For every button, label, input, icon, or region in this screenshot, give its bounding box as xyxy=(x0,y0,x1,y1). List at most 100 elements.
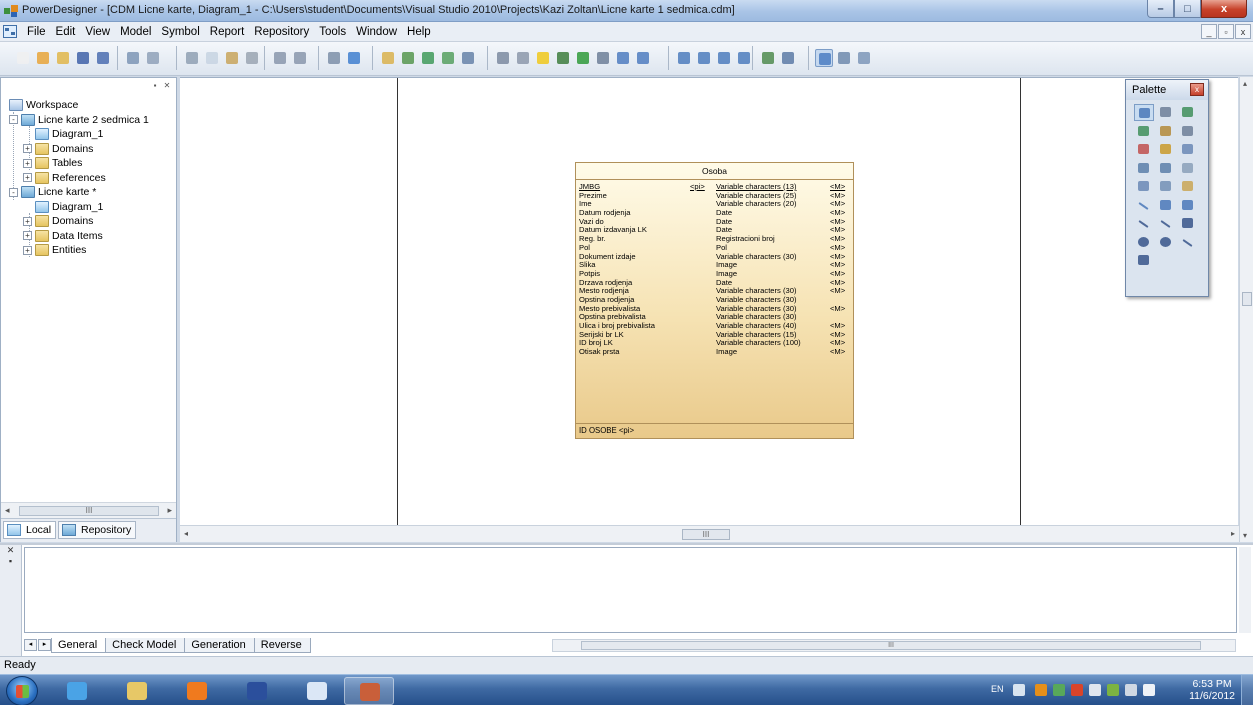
scroll-right-icon[interactable]: ▸ xyxy=(1231,529,1235,538)
scroll-right-icon[interactable]: ▸ xyxy=(167,505,172,516)
grabber-tool-icon[interactable] xyxy=(1156,104,1176,121)
update-icon[interactable] xyxy=(1107,684,1119,696)
align-right-icon[interactable] xyxy=(715,49,733,67)
mdi-restore-button[interactable]: ▫ xyxy=(1218,24,1234,39)
tab-scroll-left-icon[interactable]: ◂ xyxy=(24,639,37,651)
polyline-tool-icon[interactable] xyxy=(1178,234,1198,251)
rounded-rect-tool-icon[interactable] xyxy=(1156,197,1176,214)
check-model-icon[interactable] xyxy=(419,49,437,67)
tab-repository[interactable]: Repository xyxy=(58,521,137,539)
menu-tools[interactable]: Tools xyxy=(314,25,351,39)
scroll-down-icon[interactable]: ▾ xyxy=(1243,531,1247,540)
maximize-button[interactable]: □ xyxy=(1174,0,1201,18)
report-icon[interactable] xyxy=(459,49,477,67)
browser-close-icon[interactable]: ✕ xyxy=(162,80,172,90)
expand-icon[interactable]: + xyxy=(23,173,32,183)
arc-tool-icon[interactable] xyxy=(1156,215,1176,232)
action-center-icon[interactable] xyxy=(1089,684,1101,696)
scroll-up-icon[interactable]: ▴ xyxy=(1243,79,1247,88)
menu-help[interactable]: Help xyxy=(402,25,436,39)
palette-window[interactable]: Palette x xyxy=(1125,79,1209,297)
save-all-icon[interactable] xyxy=(94,49,112,67)
acrobat-icon[interactable] xyxy=(1071,684,1083,696)
relationship-tool-icon[interactable] xyxy=(1134,160,1154,177)
tab-check-model[interactable]: Check Model xyxy=(105,637,186,653)
menu-edit[interactable]: Edit xyxy=(51,25,81,39)
expand-icon[interactable]: + xyxy=(23,216,32,226)
tab-general[interactable]: General xyxy=(51,637,107,653)
move-back-icon[interactable] xyxy=(614,49,632,67)
tab-reverse[interactable]: Reverse xyxy=(253,637,311,653)
scroll-thumb[interactable] xyxy=(1242,292,1252,306)
note-tool-icon[interactable] xyxy=(1178,178,1198,195)
menu-report[interactable]: Report xyxy=(205,25,250,39)
document-icon[interactable] xyxy=(3,25,17,38)
expand-icon[interactable]: + xyxy=(23,158,32,168)
zoom-in-tool-icon[interactable] xyxy=(1178,104,1198,121)
collapse-icon[interactable]: - xyxy=(9,187,18,197)
file-tool-icon[interactable] xyxy=(1156,178,1176,195)
properties-tool-icon[interactable] xyxy=(1178,123,1198,140)
entity-symbol[interactable]: Osoba JMBG <pi> Variable characters (13) <M… xyxy=(575,162,854,439)
result-list-icon[interactable] xyxy=(835,49,853,67)
output-close-icon[interactable]: ✕ xyxy=(0,545,21,556)
file-explorer-icon[interactable] xyxy=(112,677,162,705)
print-icon[interactable] xyxy=(144,49,162,67)
menu-file[interactable]: File xyxy=(22,25,51,39)
cut-tool-icon[interactable] xyxy=(1134,141,1154,158)
tree-node-folder[interactable]: + Entities xyxy=(9,243,149,258)
network-icon[interactable] xyxy=(1053,684,1065,696)
zoom-out-tool-icon[interactable] xyxy=(1134,123,1154,140)
save-icon[interactable] xyxy=(74,49,92,67)
volume-icon[interactable] xyxy=(1143,684,1155,696)
round-rectangle-tool-icon[interactable] xyxy=(1156,234,1176,251)
tree-node-diagram[interactable]: Diagram_1 xyxy=(9,127,149,142)
save-app-icon[interactable] xyxy=(232,677,282,705)
output-vertical-scrollbar[interactable] xyxy=(1239,547,1251,633)
redo-icon[interactable] xyxy=(291,49,309,67)
ellipse-tool-icon[interactable] xyxy=(1134,234,1154,251)
output-text-area[interactable] xyxy=(24,547,1237,633)
scroll-left-icon[interactable]: ◂ xyxy=(5,505,10,516)
polygon-tool-icon[interactable] xyxy=(1134,252,1154,269)
bring-to-front-icon[interactable] xyxy=(594,49,612,67)
expand-icon[interactable]: + xyxy=(23,231,32,241)
rectangle-tool-icon[interactable] xyxy=(1178,215,1198,232)
clock[interactable]: 6:53 PM 11/6/2012 xyxy=(1189,678,1235,702)
media-player-icon[interactable] xyxy=(172,677,222,705)
font-color-icon[interactable] xyxy=(574,49,592,67)
browser-horizontal-scrollbar[interactable]: ◂ III ▸ xyxy=(1,502,176,518)
browser-toggle-icon[interactable] xyxy=(759,49,777,67)
expand-icon[interactable]: + xyxy=(23,144,32,154)
palette-close-icon[interactable]: x xyxy=(1190,83,1204,96)
minimize-button[interactable]: – xyxy=(1147,0,1174,18)
association-link-tool-icon[interactable] xyxy=(1134,178,1154,195)
canvas-horizontal-scrollbar[interactable]: ◂ III ▸ xyxy=(180,525,1239,542)
open-view-tool-icon[interactable] xyxy=(1156,123,1176,140)
line-tool-icon[interactable] xyxy=(1134,215,1154,232)
print-preview-icon[interactable] xyxy=(124,49,142,67)
association-tool-icon[interactable] xyxy=(1178,160,1198,177)
package-icon[interactable] xyxy=(399,49,417,67)
text-tool-icon[interactable] xyxy=(1178,197,1198,214)
show-desktop-button[interactable] xyxy=(1241,675,1253,705)
tree-node-folder[interactable]: + References xyxy=(9,171,149,186)
tree-node-model[interactable]: - Licne karte 2 sedmica 1 xyxy=(9,113,149,128)
link-tool-icon[interactable] xyxy=(1134,197,1154,214)
cut-icon[interactable] xyxy=(183,49,201,67)
mdi-minimize-button[interactable]: _ xyxy=(1201,24,1217,39)
tree-node-model[interactable]: - Licne karte * xyxy=(9,185,149,200)
entity-tool-icon[interactable] xyxy=(1178,141,1198,158)
collapse-icon[interactable]: - xyxy=(9,115,18,125)
new-icon[interactable] xyxy=(14,49,32,67)
word-icon[interactable] xyxy=(292,677,342,705)
welcome-page-icon[interactable] xyxy=(855,49,873,67)
tree-node-workspace[interactable]: Workspace xyxy=(9,98,149,113)
menu-repository[interactable]: Repository xyxy=(249,25,314,39)
output-horizontal-scrollbar[interactable]: III xyxy=(552,639,1236,652)
align-left-icon[interactable] xyxy=(675,49,693,67)
tree-node-folder[interactable]: + Domains xyxy=(9,214,149,229)
palette-toggle-icon[interactable] xyxy=(815,49,833,67)
display-icon[interactable] xyxy=(1125,684,1137,696)
close-button[interactable]: x xyxy=(1201,0,1247,18)
